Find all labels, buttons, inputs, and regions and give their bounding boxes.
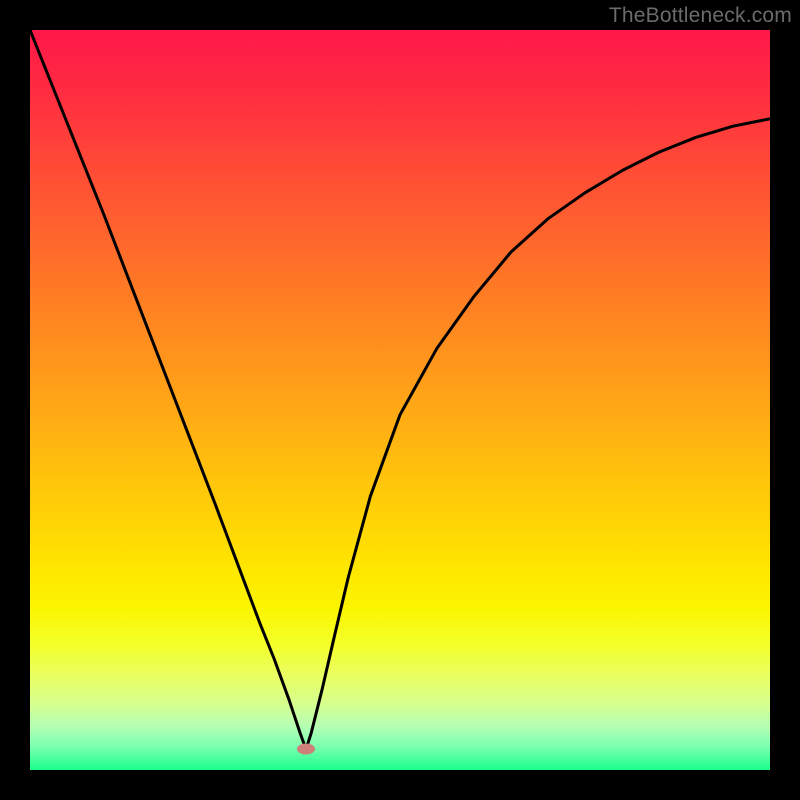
plot-area <box>30 30 770 770</box>
bottleneck-curve <box>30 30 770 770</box>
watermark-text: TheBottleneck.com <box>609 4 792 28</box>
chart-frame: TheBottleneck.com <box>0 0 800 800</box>
optimal-marker <box>297 744 315 755</box>
